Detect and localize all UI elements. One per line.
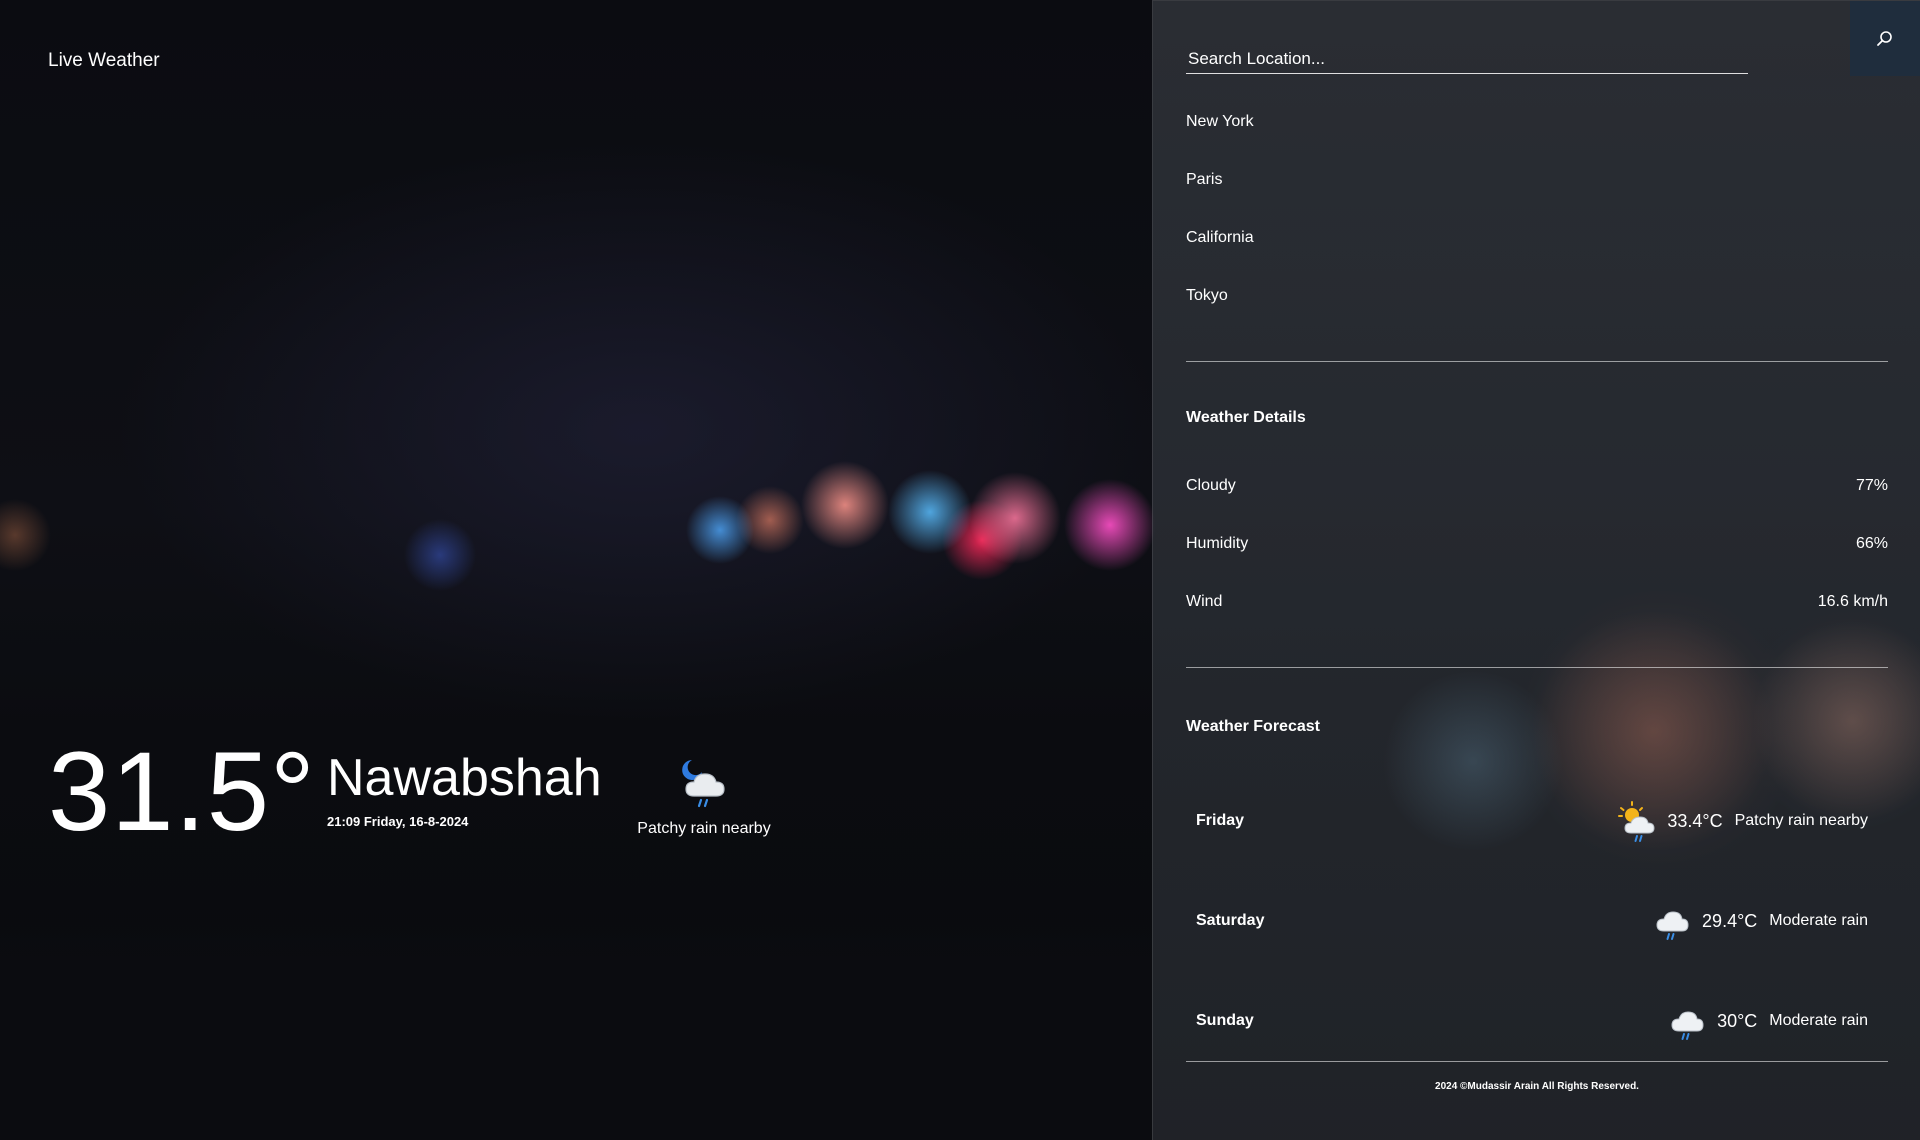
- cloud-rain-icon: [1671, 1011, 1704, 1040]
- detail-value: 77%: [1855, 477, 1888, 494]
- app-title: Live Weather: [48, 50, 160, 71]
- location-item[interactable]: New York: [1186, 111, 1888, 169]
- background-shade: [0, 905, 1152, 1140]
- forecast-info: 30°C Moderate rain: [1665, 999, 1868, 1043]
- current-datetime: 21:09 Friday, 16-8-2024: [327, 814, 469, 829]
- divider: [1186, 667, 1888, 668]
- forecast-day: Saturday: [1196, 912, 1265, 929]
- detail-row-humidity: Humidity 66%: [1186, 533, 1888, 591]
- night-cloud-rain-icon: [682, 760, 725, 808]
- current-condition: Patchy rain nearby: [604, 752, 804, 838]
- detail-value: 66%: [1855, 535, 1888, 552]
- forecast-day: Friday: [1196, 812, 1245, 829]
- forecast-info: 29.4°C Moderate rain: [1650, 899, 1868, 943]
- sun-cloud-rain-icon: [1618, 801, 1655, 842]
- weather-forecast: Friday 33.4°C Patchy rain nearby Saturda…: [1186, 771, 1888, 1071]
- city-name: Nawabshah: [327, 749, 602, 807]
- footer-copyright: 2024 ©Mudassir Arain All Rights Reserved…: [1435, 1081, 1639, 1092]
- detail-label: Humidity: [1186, 535, 1249, 552]
- divider: [1186, 361, 1888, 362]
- search-icon: [1877, 30, 1892, 46]
- current-temperature: 31.5°: [48, 729, 316, 854]
- search-input[interactable]: [1186, 47, 1748, 73]
- weather-details: Cloudy 77% Humidity 66% Wind 16.6 km/h: [1186, 475, 1888, 649]
- location-list: New York Paris California Tokyo: [1186, 111, 1888, 343]
- forecast-condition: Patchy rain nearby: [1734, 812, 1868, 829]
- city-block: Nawabshah 21:09 Friday, 16-8-2024: [327, 748, 602, 829]
- location-item[interactable]: Paris: [1186, 169, 1888, 227]
- detail-label: Cloudy: [1186, 477, 1236, 494]
- detail-value: 16.6 km/h: [1817, 593, 1888, 610]
- forecast-row: Sunday 30°C Moderate rain: [1186, 971, 1888, 1071]
- detail-row-wind: Wind 16.6 km/h: [1186, 591, 1888, 649]
- cloud-rain-icon: [1656, 911, 1689, 940]
- forecast-info: 33.4°C Patchy rain nearby: [1615, 799, 1868, 843]
- forecast-day: Sunday: [1196, 1012, 1254, 1029]
- search-button[interactable]: [1850, 1, 1920, 76]
- side-panel: New York Paris California Tokyo Weather …: [1152, 0, 1920, 1140]
- current-weather: 31.5° Nawabshah 21:09 Friday, 16-8-2024 …: [48, 732, 1128, 852]
- details-title: Weather Details: [1186, 409, 1306, 426]
- search-field: [1186, 47, 1748, 74]
- forecast-temp: 30°C: [1717, 1010, 1758, 1031]
- divider: [1186, 1061, 1888, 1062]
- forecast-condition: Moderate rain: [1769, 1012, 1868, 1029]
- current-condition-text: Patchy rain nearby: [637, 820, 771, 837]
- forecast-row: Friday 33.4°C Patchy rain nearby: [1186, 771, 1888, 871]
- forecast-row: Saturday 29.4°C Moderate rain: [1186, 871, 1888, 971]
- detail-row-cloudy: Cloudy 77%: [1186, 475, 1888, 533]
- location-item[interactable]: Tokyo: [1186, 285, 1888, 343]
- forecast-condition: Moderate rain: [1769, 912, 1868, 929]
- location-item[interactable]: California: [1186, 227, 1888, 285]
- detail-label: Wind: [1186, 593, 1223, 610]
- forecast-temp: 29.4°C: [1702, 910, 1758, 931]
- forecast-title: Weather Forecast: [1186, 718, 1320, 735]
- forecast-temp: 33.4°C: [1667, 810, 1723, 831]
